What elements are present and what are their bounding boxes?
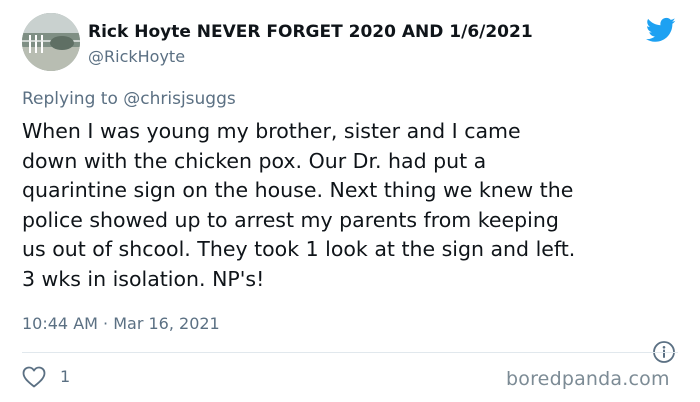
reply-mention-link[interactable]: @chrisjsuggs bbox=[123, 89, 235, 109]
like-count: 1 bbox=[60, 367, 71, 386]
tweet-line: 3 wks in isolation. NP's! bbox=[22, 266, 265, 291]
replying-prefix: Replying to bbox=[22, 89, 118, 109]
tweet-line: us out of shcool. They took 1 look at th… bbox=[22, 237, 576, 261]
watermark: boredpanda.com bbox=[506, 368, 670, 390]
heart-icon[interactable] bbox=[22, 366, 46, 388]
user-handle[interactable]: @RickHoyte bbox=[88, 47, 185, 66]
tweet-line: down with the chicken pox. Our Dr. had p… bbox=[22, 148, 487, 173]
replying-to: Replying to @chrisjsuggs bbox=[22, 89, 236, 109]
tweet-card: Rick Hoyte NEVER FORGET 2020 AND 1/6/202… bbox=[0, 0, 700, 402]
display-name[interactable]: Rick Hoyte NEVER FORGET 2020 AND 1/6/202… bbox=[88, 22, 533, 42]
avatar[interactable] bbox=[22, 13, 80, 71]
tweet-line: police showed up to arrest my parents fr… bbox=[22, 207, 559, 232]
tweet-line: quarintine sign on the house. Next thing… bbox=[22, 178, 574, 202]
twitter-bird-icon[interactable] bbox=[644, 15, 678, 45]
tweet-timestamp[interactable]: 10:44 AM · Mar 16, 2021 bbox=[22, 314, 220, 333]
tweet-text: When I was young my brother, sister and … bbox=[22, 117, 690, 294]
divider bbox=[22, 352, 678, 353]
tweet-line: When I was young my brother, sister and … bbox=[22, 119, 521, 143]
